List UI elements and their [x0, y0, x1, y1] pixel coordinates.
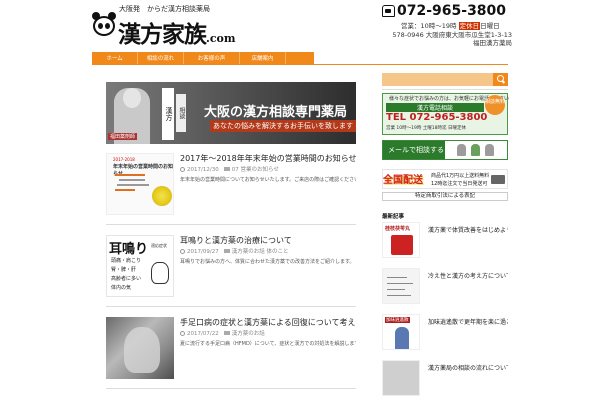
folder-icon [223, 331, 230, 335]
post-meta: 2017/12/30 07 営業のお知らせ [180, 165, 279, 173]
recent-post-item[interactable]: 桂枝茯苓丸 漢方薬で体質改善をはじめよう [382, 222, 508, 258]
truck-icon [491, 175, 505, 184]
logo-tagline: 大阪発 からだ漢方相談薬局 [119, 5, 210, 13]
post-divider [106, 224, 356, 225]
hero-subtitle: あなたの悩みを解決するお手伝いを致します [210, 120, 356, 132]
post-item: 耳鳴り 適応症状 頭痛・肩こり 腎・脾・肝 高齢者に多い 体内の気 耳鳴りと漢方… [106, 235, 356, 301]
clock-icon [180, 167, 185, 172]
nav-item-flow[interactable]: 相談の流れ [138, 52, 184, 64]
post-meta: 2017/07/22 漢方薬のお話 [180, 329, 265, 337]
recent-post-thumbnail[interactable] [382, 268, 420, 304]
post-item: 2017-2018 年末年始の営業時間のお知らせ 2017年〜2018年年末年始… [106, 153, 356, 219]
recent-post-item[interactable]: 加味逍遙散 加味逍遙散で更年期を楽に過ごす [382, 314, 508, 350]
hero-banner[interactable]: 福田薬剤師 漢方 相談 大阪の漢方相談専門薬局 あなたの悩みを解決するお手伝いを… [106, 82, 356, 144]
recent-post-title[interactable]: 冷え性と漢方の考え方について [428, 271, 508, 280]
logo-name: 漢方家族.com [118, 21, 236, 48]
search-icon[interactable] [493, 73, 508, 86]
nav-divider [92, 64, 508, 65]
recent-posts-heading: 最新記事 [382, 214, 405, 220]
site-logo[interactable]: 大阪発 からだ漢方相談薬局 漢方家族.com [92, 4, 242, 48]
nav-item-voice[interactable]: お客様の声 [184, 52, 240, 64]
ear-illustration [151, 262, 169, 284]
mail-consult-banner[interactable]: メールで相談する [382, 140, 508, 160]
recent-post-item[interactable]: 漢方薬局の相談の流れについて [382, 360, 508, 396]
post-excerpt: 夏に流行する手足口病（HFMD）について、症状と漢方での対処法を解説します。 .… [180, 341, 356, 347]
post-title[interactable]: 耳鳴りと漢方薬の治療について [180, 235, 356, 246]
post-title[interactable]: 2017年〜2018年年末年始の営業時間のお知らせ [180, 153, 356, 164]
post-meta: 2017/09/27 漢方薬のお話 体のこと [180, 247, 288, 255]
post-item: 手足口病の症状と漢方薬による回復について考える 2017/07/22 漢方薬のお話… [106, 317, 356, 383]
folder-icon [223, 167, 230, 171]
shop-name: 福田漢方薬局 [473, 39, 512, 47]
clock-icon [180, 331, 185, 336]
folder-icon [223, 249, 230, 253]
hand-photo [124, 327, 160, 373]
recent-post-thumbnail[interactable]: 桂枝茯苓丸 [382, 222, 420, 258]
phone-consult-banner[interactable]: 様々な症状でお悩みの方は、お気軽にお電話ください 漢方電話相談 TEL 072-… [382, 93, 509, 135]
recent-post-title[interactable]: 漢方薬局の相談の流れについて [428, 363, 508, 372]
shop-sign: 漢方 [162, 88, 174, 140]
sidebar-divider [382, 89, 508, 90]
phone-icon [382, 5, 395, 17]
post-divider [106, 388, 356, 389]
recent-post-title[interactable]: 漢方薬で体質改善をはじめよう [428, 225, 508, 234]
clock-icon [180, 249, 185, 254]
panda-icon [92, 10, 116, 40]
recent-post-title[interactable]: 加味逍遙散で更年期を楽に過ごす [428, 317, 508, 326]
post-divider [106, 306, 356, 307]
free-badge: 相談無料 [485, 95, 505, 115]
post-excerpt: 耳鳴りでお悩みの方へ、体質に合わせた漢方薬での改善方法をご紹介します。 ... [180, 259, 356, 265]
pharmacist-badge: 福田薬剤師 [108, 133, 138, 140]
header-phone[interactable]: 072-965-3800 [397, 3, 506, 19]
recent-post-item[interactable]: 冷え性と漢方の考え方について [382, 268, 508, 304]
recent-post-thumbnail[interactable] [382, 360, 420, 396]
nav-item-home[interactable]: ホーム [92, 52, 138, 64]
legal-notice-link[interactable]: 特定商取引法による表記 [382, 192, 508, 201]
flower-image [152, 186, 172, 206]
search-input[interactable] [382, 73, 508, 86]
people-icon [457, 144, 505, 156]
main-nav: ホーム 相談の流れ お客様の声 店舗案内 [92, 52, 314, 64]
shipping-banner[interactable]: 全国配送 商品代1万円以上送料無料 12時迄注文で当日発送可 [382, 169, 508, 189]
recent-post-thumbnail[interactable]: 加味逍遙散 [382, 314, 420, 350]
post-thumbnail[interactable]: 2017-2018 年末年始の営業時間のお知らせ [106, 153, 174, 215]
site-header: 大阪発 からだ漢方相談薬局 漢方家族.com 072-965-3800 営業：1… [0, 0, 600, 48]
shop-sign-2: 相談 [176, 94, 186, 132]
post-thumbnail[interactable] [106, 317, 174, 379]
nav-item-shop[interactable]: 店舗案内 [240, 52, 286, 64]
header-contact: 072-965-3800 営業：10時～19時 定休日日曜日 578-0946 … [382, 3, 512, 47]
post-excerpt: 年末年始の営業時間についてお知らせいたします。ご来店の際はご確認ください。 ..… [180, 177, 356, 183]
post-thumbnail[interactable]: 耳鳴り 適応症状 頭痛・肩こり 腎・脾・肝 高齢者に多い 体内の気 [106, 235, 174, 297]
post-title[interactable]: 手足口病の症状と漢方薬による回復について考える [180, 317, 356, 328]
hero-title: 大阪の漢方相談専門薬局 [204, 105, 348, 120]
